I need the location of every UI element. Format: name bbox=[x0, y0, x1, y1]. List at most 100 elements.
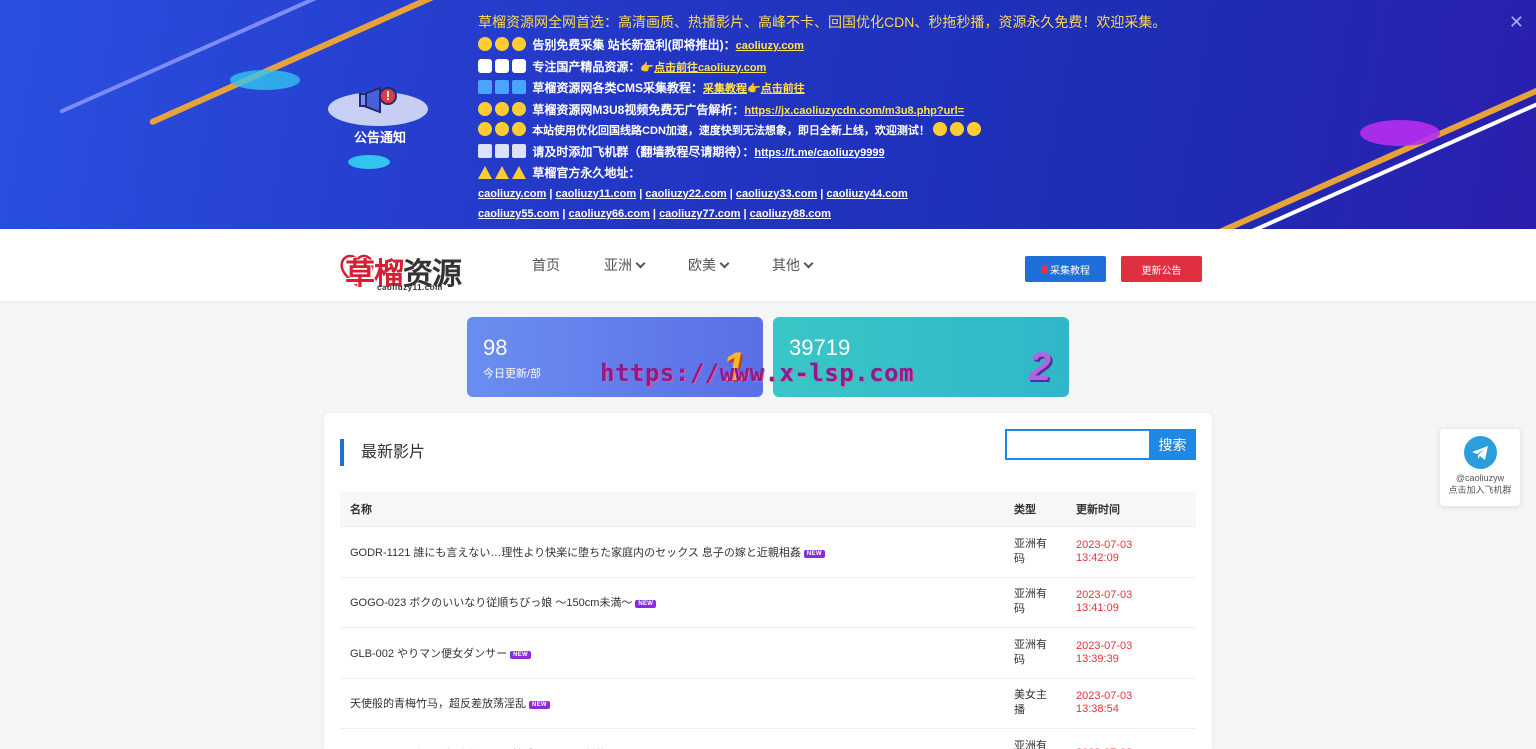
nav-other[interactable]: 其他 bbox=[772, 255, 814, 275]
tongue-emoji-icon bbox=[512, 101, 526, 116]
domain-separator: | bbox=[559, 208, 569, 220]
domain-link[interactable]: caoliuzy55.com bbox=[478, 208, 559, 220]
ann-line-text: 草榴资源网M3U8视频免费无广告解析： bbox=[532, 102, 745, 117]
telegram-icon bbox=[1463, 436, 1497, 469]
ann-line-7: 草榴官方永久地址： bbox=[478, 163, 1478, 184]
domain-link[interactable]: caoliuzy44.com bbox=[826, 188, 907, 200]
table-row[interactable]: GOGO-023 ボクのいいなり従順ちびっ娘 ～150cm未満～ NEW 亚洲有码 2… bbox=[340, 576, 1196, 628]
ann-link-tutorial[interactable]: 采集教程 bbox=[703, 83, 747, 95]
notice-label: 公告通知 bbox=[353, 130, 406, 145]
movie-update-time: 2023-07-03 13:38:54 bbox=[1076, 690, 1136, 716]
clap-emoji-icon bbox=[478, 37, 492, 51]
speech-bubble-icon bbox=[512, 58, 526, 73]
domain-link[interactable]: caoliuzy66.com bbox=[569, 208, 650, 220]
clap-emoji-icon bbox=[512, 37, 526, 51]
total-count: 39719 bbox=[789, 335, 851, 360]
ann-line-6: 请及时添加飞机群（翻墙教程尽请期待）：https://t.me/caoliuzy… bbox=[478, 142, 1478, 164]
new-badge: NEW bbox=[803, 549, 825, 558]
nav-home[interactable]: 首页 bbox=[532, 255, 560, 275]
ann-line-1: 告别免费采集 站长新盈利(即将推出)：caoliuzy.com bbox=[478, 35, 1478, 57]
update-notice-button[interactable]: 更新公告 bbox=[1121, 256, 1202, 282]
movie-type: 美女主播 bbox=[1014, 689, 1047, 717]
tablet-icon bbox=[478, 80, 492, 94]
main-nav: 首页 亚洲 欧美 其他 bbox=[532, 229, 856, 301]
domain-separator: | bbox=[726, 187, 736, 200]
search-button[interactable]: 搜索 bbox=[1149, 429, 1196, 460]
watermark: https://www.x-lsp.com bbox=[600, 359, 914, 387]
movie-title[interactable]: GOGO-023 ボクのいいなり従順ちびっ娘 ～150cm未満～ NEW bbox=[340, 594, 1014, 610]
update-clock: 13:38:54 bbox=[1076, 703, 1119, 716]
ann-link-m3u8[interactable]: https://jx.caoliuzycdn.com/m3u8.php?url= bbox=[744, 105, 964, 117]
domain-link[interactable]: caoliuzy33.com bbox=[736, 188, 817, 200]
movie-update-time: 2023-07-03 13:39:39 bbox=[1076, 640, 1136, 666]
domain-link[interactable]: caoliuzy11.com bbox=[555, 188, 636, 200]
megaphone-icon bbox=[359, 86, 397, 114]
search-input[interactable] bbox=[1005, 429, 1149, 460]
nav-asia[interactable]: 亚洲 bbox=[604, 255, 646, 275]
smile-emoji-icon bbox=[495, 122, 509, 136]
ann-link-telegram[interactable]: https://t.me/caoliuzy9999 bbox=[754, 147, 884, 159]
ann-line-text: 草榴资源网各类CMS采集教程： bbox=[532, 81, 704, 95]
ann-link-goto-2[interactable]: 点击前往 bbox=[761, 83, 805, 95]
smile-emoji-icon bbox=[949, 122, 964, 136]
tablet-icon bbox=[495, 80, 509, 94]
table-row[interactable]: GNS-059 万引き人妻 代償として甘受した●辱な制裁NEW亚洲有码2023-… bbox=[340, 728, 1196, 749]
pointing-hand-icon: 👉 bbox=[747, 83, 761, 95]
site-header: 草榴资源 caoliuzy11.com 首页 亚洲 欧美 其他 采集教程 更新公… bbox=[0, 229, 1536, 301]
ann-line-5: 本站使用优化回国线路CDN加速，速度快到无法想象，即日全新上线，欢迎测试！ bbox=[478, 121, 1478, 142]
domain-separator: | bbox=[636, 187, 646, 200]
panel-title: 最新影片 bbox=[340, 439, 425, 466]
airplane-icon bbox=[478, 143, 492, 158]
ann-line-2: 专注国产精品资源：👉点击前往caoliuzy.com bbox=[478, 57, 1478, 79]
domain-link[interactable]: caoliuzy77.com bbox=[659, 208, 740, 220]
warning-icon bbox=[495, 166, 509, 179]
ann-line-text: 专注国产精品资源： bbox=[532, 59, 641, 74]
announcement-headline: 草榴资源网全网首选：高清画质、热播影片、高峰不卡、回国优化CDN、秒拖秒播，资源… bbox=[478, 14, 1167, 30]
movies-table: 名称 类型 更新时间 GODR-1121 誰にも言えない…理性より快楽に堕ちた家… bbox=[340, 492, 1196, 749]
collect-guide-button[interactable]: 采集教程 bbox=[1025, 256, 1106, 282]
banner-decor-blob bbox=[348, 155, 390, 169]
warning-icon bbox=[478, 166, 492, 179]
book-icon bbox=[1041, 264, 1048, 274]
movie-title[interactable]: GLB-002 やりマン便女ダンサー NEW bbox=[340, 645, 1014, 661]
tablet-icon bbox=[512, 80, 526, 94]
movie-type: 亚洲有码 bbox=[1014, 588, 1047, 616]
ann-link-caoliuzy[interactable]: caoliuzy.com bbox=[736, 40, 804, 52]
domain-link[interactable]: caoliuzy22.com bbox=[645, 188, 726, 200]
table-row[interactable]: 天使般的青梅竹马，超反差放荡淫乱 NEW 美女主播 2023-07-03 13:38:5… bbox=[340, 677, 1196, 729]
domain-list-row-2: caoliuzy55.com | caoliuzy66.com | caoliu… bbox=[478, 204, 1478, 225]
col-name: 名称 bbox=[350, 504, 372, 516]
domain-link[interactable]: caoliuzy.com bbox=[478, 188, 546, 200]
ann-link-goto[interactable]: 点击前往caoliuzy.com bbox=[654, 62, 766, 74]
domain-link[interactable]: caoliuzy88.com bbox=[750, 208, 831, 220]
tongue-emoji-icon bbox=[495, 101, 509, 116]
ann-line-text: 本站使用优化回国线路CDN加速，速度快到无法想象，即日全新上线，欢迎测试！ bbox=[532, 125, 930, 137]
pointing-hand-icon: 👉 bbox=[640, 61, 655, 74]
smile-emoji-icon bbox=[932, 122, 947, 136]
col-time: 更新时间 bbox=[1076, 504, 1120, 516]
ann-line-4: 草榴资源网M3U8视频免费无广告解析：https://jx.caoliuzycd… bbox=[478, 100, 1478, 122]
notice-badge: 公告通知 bbox=[328, 82, 428, 146]
movie-title[interactable]: GODR-1121 誰にも言えない…理性より快楽に堕ちた家庭内のセックス 息子の… bbox=[340, 544, 1014, 560]
movie-title[interactable]: 天使般的青梅竹马，超反差放荡淫乱 NEW bbox=[340, 695, 1014, 711]
airplane-icon bbox=[495, 143, 509, 158]
speech-bubble-icon bbox=[478, 58, 492, 73]
ann-line-text: 告别免费采集 站长新盈利(即将推出)： bbox=[532, 38, 736, 52]
update-clock: 13:41:09 bbox=[1076, 602, 1119, 615]
smile-emoji-icon bbox=[966, 122, 981, 136]
logo-domain: caoliuzy11.com bbox=[377, 283, 443, 292]
update-date: 2023-07-03 bbox=[1076, 639, 1133, 652]
movie-update-time: 2023-07-03 13:41:09 bbox=[1076, 589, 1136, 615]
nav-western[interactable]: 欧美 bbox=[688, 255, 730, 275]
update-clock: 13:42:09 bbox=[1076, 551, 1119, 564]
table-row[interactable]: GODR-1121 誰にも言えない…理性より快楽に堕ちた家庭内のセックス 息子の… bbox=[340, 526, 1196, 577]
ann-line-text: 草榴官方永久地址： bbox=[532, 166, 641, 180]
rank-two-icon: 2 bbox=[1028, 345, 1051, 389]
table-row[interactable]: GLB-002 やりマン便女ダンサー NEW 亚洲有码 2023-07-03 13:39… bbox=[340, 627, 1196, 678]
chevron-down-icon bbox=[719, 258, 730, 268]
close-icon[interactable]: ✕ bbox=[1509, 12, 1524, 33]
movie-type: 亚洲有码 bbox=[1014, 638, 1047, 666]
clap-emoji-icon bbox=[495, 37, 509, 51]
telegram-widget[interactable]: @caoliuzyw 点击加入飞机群 bbox=[1440, 429, 1520, 506]
site-logo[interactable]: 草榴资源 caoliuzy11.com bbox=[337, 245, 462, 292]
